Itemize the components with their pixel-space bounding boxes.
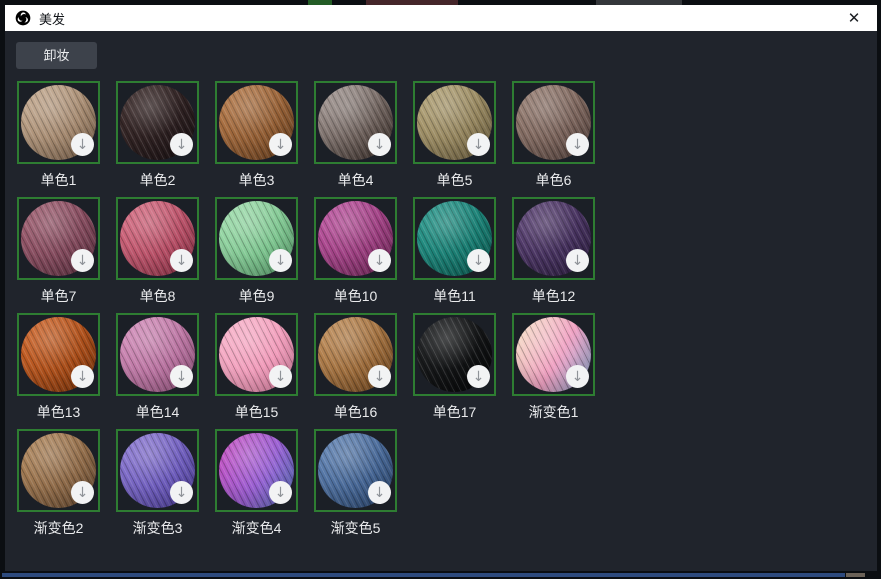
hair-style-label: 单色13	[17, 402, 100, 419]
hair-style-tile[interactable]: ↓ 单色5	[413, 81, 496, 187]
background-app-fragment	[2, 573, 845, 577]
hair-style-label: 渐变色5	[314, 518, 397, 535]
hair-swatch-box[interactable]: ↓	[413, 197, 496, 280]
hair-style-tile[interactable]: ↓ 单色13	[17, 313, 100, 419]
hair-style-tile[interactable]: ↓ 单色14	[116, 313, 199, 419]
download-icon[interactable]: ↓	[170, 133, 193, 156]
hair-swatch-box[interactable]: ↓	[17, 81, 100, 164]
hair-style-tile[interactable]: ↓ 单色3	[215, 81, 298, 187]
hair-style-tile[interactable]: ↓ 单色4	[314, 81, 397, 187]
hair-style-tile[interactable]: ↓ 渐变色5	[314, 429, 397, 535]
hair-style-label: 单色15	[215, 402, 298, 419]
download-icon[interactable]: ↓	[467, 133, 490, 156]
download-icon[interactable]: ↓	[170, 365, 193, 388]
hair-swatch-box[interactable]: ↓	[512, 81, 595, 164]
hair-style-label: 单色14	[116, 402, 199, 419]
hair-style-tile[interactable]: ↓ 渐变色3	[116, 429, 199, 535]
hair-swatch-box[interactable]: ↓	[116, 313, 199, 396]
download-icon[interactable]: ↓	[566, 249, 589, 272]
download-icon[interactable]: ↓	[368, 249, 391, 272]
dialog-body: 卸妆 ↓单色1↓单色2↓单色3↓单色4↓单色5↓单色6↓单色7↓单色8↓单色9↓…	[5, 31, 877, 571]
hair-swatch-box[interactable]: ↓	[215, 197, 298, 280]
obs-app-icon	[15, 10, 31, 26]
download-icon[interactable]: ↓	[71, 249, 94, 272]
hair-swatch-box[interactable]: ↓	[116, 429, 199, 512]
download-icon[interactable]: ↓	[467, 365, 490, 388]
hair-style-tile[interactable]: ↓ 单色9	[215, 197, 298, 303]
hair-style-label: 渐变色4	[215, 518, 298, 535]
hair-swatch-box[interactable]: ↓	[17, 429, 100, 512]
hair-swatch-box[interactable]: ↓	[116, 197, 199, 280]
download-icon[interactable]: ↓	[368, 365, 391, 388]
hair-style-label: 单色2	[116, 170, 199, 187]
hair-swatch-box[interactable]: ↓	[116, 81, 199, 164]
hair-color-grid: ↓ 单色1 ↓ 单色2 ↓ 单色3 ↓ 单色4 ↓ 单色5 ↓ 单色6 ↓ 单色7 ↓ 单色8 ↓ 单色9 ↓ 单色1…	[17, 81, 627, 535]
hair-style-label: 单色8	[116, 286, 199, 303]
hair-swatch-box[interactable]: ↓	[17, 313, 100, 396]
download-icon[interactable]: ↓	[170, 481, 193, 504]
hair-style-label: 渐变色3	[116, 518, 199, 535]
hair-style-label: 单色3	[215, 170, 298, 187]
hair-swatch-box[interactable]: ↓	[314, 429, 397, 512]
hair-style-tile[interactable]: ↓ 单色15	[215, 313, 298, 419]
hair-style-tile[interactable]: ↓ 单色16	[314, 313, 397, 419]
download-icon[interactable]: ↓	[170, 249, 193, 272]
hair-style-tile[interactable]: ↓ 单色2	[116, 81, 199, 187]
hair-style-tile[interactable]: ↓ 单色8	[116, 197, 199, 303]
hair-style-tile[interactable]: ↓ 单色17	[413, 313, 496, 419]
hair-style-tile[interactable]: ↓ 渐变色2	[17, 429, 100, 535]
hair-swatch-box[interactable]: ↓	[17, 197, 100, 280]
remove-makeup-button[interactable]: 卸妆	[16, 42, 97, 69]
download-icon[interactable]: ↓	[269, 481, 292, 504]
download-icon[interactable]: ↓	[71, 365, 94, 388]
hair-style-label: 单色16	[314, 402, 397, 419]
hair-style-label: 渐变色2	[17, 518, 100, 535]
hair-style-label: 单色6	[512, 170, 595, 187]
hair-swatch-box[interactable]: ↓	[215, 429, 298, 512]
hair-swatch-box[interactable]: ↓	[413, 313, 496, 396]
download-icon[interactable]: ↓	[269, 249, 292, 272]
titlebar: 美发 ✕	[5, 5, 877, 31]
hair-swatch-box[interactable]: ↓	[314, 197, 397, 280]
hair-swatch-box[interactable]: ↓	[215, 81, 298, 164]
hair-style-label: 渐变色1	[512, 402, 595, 419]
download-icon[interactable]: ↓	[71, 133, 94, 156]
hair-swatch-box[interactable]: ↓	[512, 197, 595, 280]
download-icon[interactable]: ↓	[467, 249, 490, 272]
hair-style-label: 单色17	[413, 402, 496, 419]
download-icon[interactable]: ↓	[269, 365, 292, 388]
hair-style-label: 单色10	[314, 286, 397, 303]
close-icon[interactable]: ✕	[839, 6, 869, 30]
hair-style-label: 单色11	[413, 286, 496, 303]
download-icon[interactable]: ↓	[368, 481, 391, 504]
hair-style-tile[interactable]: ↓ 单色1	[17, 81, 100, 187]
download-icon[interactable]: ↓	[566, 133, 589, 156]
hair-style-tile[interactable]: ↓ 单色7	[17, 197, 100, 303]
hair-style-label: 单色5	[413, 170, 496, 187]
hair-swatch-box[interactable]: ↓	[215, 313, 298, 396]
download-icon[interactable]: ↓	[269, 133, 292, 156]
hair-style-dialog: 美发 ✕ 卸妆 ↓ 单色1 ↓ 单色2 ↓ 单色3 ↓ 单色4 ↓ 单色5 ↓ 单色6 ↓ 单色7 ↓ 单色8…	[5, 5, 877, 571]
hair-style-label: 单色4	[314, 170, 397, 187]
hair-style-tile[interactable]: ↓ 渐变色4	[215, 429, 298, 535]
download-icon[interactable]: ↓	[566, 365, 589, 388]
hair-style-tile[interactable]: ↓ 单色12	[512, 197, 595, 303]
hair-swatch-box[interactable]: ↓	[512, 313, 595, 396]
download-icon[interactable]: ↓	[368, 133, 391, 156]
download-icon[interactable]: ↓	[71, 481, 94, 504]
hair-style-label: 单色9	[215, 286, 298, 303]
hair-style-tile[interactable]: ↓ 单色6	[512, 81, 595, 187]
hair-style-tile[interactable]: ↓ 渐变色1	[512, 313, 595, 419]
hair-swatch-box[interactable]: ↓	[314, 313, 397, 396]
hair-style-label: 单色1	[17, 170, 100, 187]
background-app-fragment	[846, 573, 865, 577]
hair-swatch-box[interactable]: ↓	[314, 81, 397, 164]
hair-swatch-box[interactable]: ↓	[413, 81, 496, 164]
hair-style-label: 单色12	[512, 286, 595, 303]
hair-style-tile[interactable]: ↓ 单色10	[314, 197, 397, 303]
window-title: 美发	[39, 9, 65, 28]
hair-style-label: 单色7	[17, 286, 100, 303]
hair-style-tile[interactable]: ↓ 单色11	[413, 197, 496, 303]
